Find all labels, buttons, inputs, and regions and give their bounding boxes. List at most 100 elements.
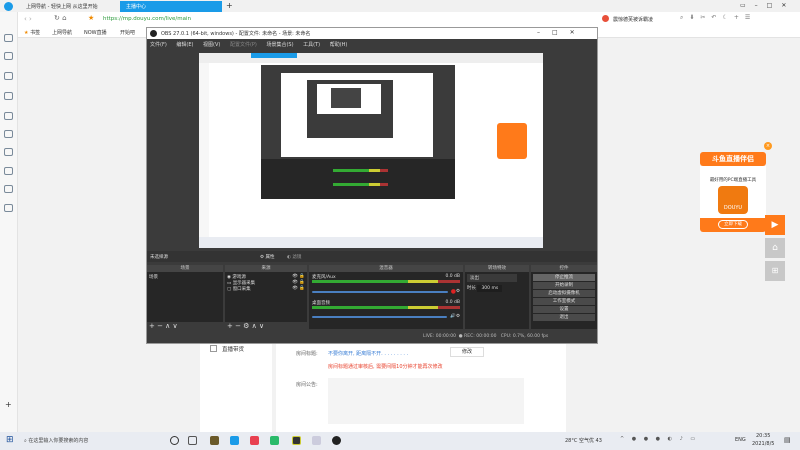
notifications-icon[interactable]: ▤	[784, 436, 791, 444]
nav-item-live-commerce[interactable]: 直播带货	[222, 345, 244, 353]
title-value[interactable]: 不要你离开, 距离隔不开. . . . . . . . .	[328, 350, 408, 357]
gamepad-icon[interactable]: ⊞	[765, 261, 785, 281]
scene-toolbar[interactable]: + − ∧ ∨	[147, 322, 223, 330]
cortana-icon[interactable]	[170, 436, 179, 445]
obs-preview[interactable]	[199, 53, 543, 248]
scenes-dock-header: 场景	[147, 265, 223, 272]
desktop-meter	[312, 306, 460, 309]
sidebar-icon[interactable]	[4, 130, 13, 138]
edit-button[interactable]: 修改	[450, 347, 484, 357]
clock-date[interactable]: 2021/8/5	[752, 441, 774, 447]
download-ad[interactable]: 斗鱼直播伴侣 最好用的PC端直播工具 DOUYU 立即下载 ×	[700, 142, 772, 232]
obs-window: OBS 27.0.1 (64-bit, windows) - 配置文件: 未命名…	[146, 27, 598, 344]
mixer-dock-header: 混音器	[309, 265, 463, 272]
menu-file[interactable]: 文件(F)	[150, 42, 167, 48]
taskbar-search[interactable]: ⌕ 在这里输入你要搜索的内容	[24, 437, 88, 444]
hot-icon	[602, 15, 609, 22]
menu-help[interactable]: 帮助(H)	[330, 42, 348, 48]
menu-view[interactable]: 视图(V)	[203, 42, 220, 48]
properties-button[interactable]: ⚙ 属性	[260, 254, 274, 260]
filters-button[interactable]: ◐ 滤镜	[287, 254, 301, 260]
studio-mode-button[interactable]: 工作室模式	[533, 298, 595, 305]
browser-app-icon[interactable]	[230, 436, 239, 445]
add-icon[interactable]: +	[5, 400, 12, 409]
browser-logo-icon	[4, 2, 13, 11]
sources-dock-header: 来源	[225, 265, 307, 272]
desktop-volume-slider[interactable]	[312, 315, 448, 318]
duration-input[interactable]: 300 ms	[477, 285, 503, 292]
home-icon[interactable]: ⌂	[765, 238, 785, 258]
reload-icon[interactable]: ↻ ⌂	[54, 14, 67, 22]
ad-subtitle: 最好用的PC端直播工具	[709, 178, 757, 183]
source-toolbar[interactable]: + − ⚙ ∧ ∨	[225, 322, 307, 330]
scene-item[interactable]: 场景	[149, 274, 221, 280]
notice-input[interactable]	[328, 378, 524, 424]
cart-icon[interactable]	[4, 185, 13, 193]
exit-button[interactable]: 退出	[533, 314, 595, 321]
hot-search[interactable]: 震惊德芙被诉霸凌	[613, 16, 653, 23]
browser-sidebar: +	[0, 12, 18, 432]
url-field[interactable]: https://mp.douyu.com/live/main	[103, 16, 191, 22]
obs-status-bar: LIVE: 00:00:00 ● REC: 00:00:00 CPU: 0.7%…	[423, 334, 549, 339]
bookmark-item[interactable]: 开始吧	[120, 29, 135, 36]
back-icon[interactable]: ‹ ›	[24, 15, 32, 23]
input-language[interactable]: ENG	[735, 437, 746, 443]
title-note: 房间标题通过审核后, 需要间隔10分钟才能再次修改	[328, 364, 443, 370]
gear-icon[interactable]: ⚙	[456, 289, 460, 294]
ad-title: 斗鱼直播伴侣	[700, 152, 766, 166]
app-icon[interactable]	[312, 436, 321, 445]
sidebar-icon[interactable]	[4, 34, 13, 42]
menu-profile[interactable]: 配置文件(P)	[230, 42, 257, 48]
obs-app-icon[interactable]	[332, 436, 341, 445]
menu-scene-collection[interactable]: 场景集合(S)	[266, 42, 293, 48]
app-icon[interactable]	[250, 436, 259, 445]
gear-icon[interactable]: ⚙	[456, 314, 460, 319]
douyu-logo: DOUYU	[718, 186, 748, 214]
obs-menu-bar: 文件(F) 编辑(E) 视图(V) 配置文件(P) 场景集合(S) 工具(T) …	[147, 39, 597, 49]
bookmark-item[interactable]: NOW直播	[84, 29, 107, 36]
transitions-dock-header: 转场特效	[465, 265, 529, 272]
obs-logo-icon	[150, 30, 157, 37]
sidebar-icon[interactable]	[4, 112, 13, 120]
tray-icons[interactable]: ^ ● ● ● ◐ ♪ ▭	[620, 436, 698, 442]
new-tab-button[interactable]: +	[226, 1, 233, 10]
mic-volume-slider[interactable]	[312, 290, 448, 293]
menu-tools[interactable]: 工具(T)	[303, 42, 320, 48]
bag-icon	[210, 345, 217, 352]
settings-button[interactable]: 设置	[533, 306, 595, 313]
weather[interactable]: 28°C 空气优 43	[565, 437, 602, 444]
menu-edit[interactable]: 编辑(E)	[176, 42, 193, 48]
sidebar-icon[interactable]	[4, 92, 13, 100]
sidebar-icon[interactable]	[4, 72, 13, 80]
sidebar-icon[interactable]	[4, 52, 13, 60]
star-icon[interactable]: ★	[88, 14, 94, 22]
window-controls[interactable]: ▭–□✕	[740, 2, 795, 9]
source-item[interactable]: ▢ 窗口采集 👁 🔒	[227, 286, 305, 292]
bookmark-item[interactable]: 上网导航	[52, 29, 72, 36]
browser-tab-bar: 上网导航 - 轻快上网 从这里开始 主播中心 + ▭–□✕	[0, 0, 800, 12]
clock-time[interactable]: 20:35	[756, 433, 770, 439]
task-view-icon[interactable]	[188, 436, 197, 445]
transition-select[interactable]: 淡出	[467, 274, 517, 282]
address-bar: ‹ › ↻ ⌂ ★ https://mp.douyu.com/live/main…	[18, 12, 800, 27]
toolbar-icons[interactable]: ⌕⬇✂↶☾+☰	[680, 14, 756, 22]
live-play-icon[interactable]: ▶	[765, 215, 785, 235]
virtual-camera-button[interactable]: 启动虚拟摄像机	[533, 290, 595, 297]
windows-start-icon[interactable]: ⊞	[6, 435, 14, 445]
tab-navigation[interactable]: 上网导航 - 轻快上网 从这里开始	[20, 1, 120, 12]
close-icon[interactable]: ×	[764, 142, 772, 150]
sidebar-icon[interactable]	[4, 148, 13, 156]
bookmark-item[interactable]: ★ 书签	[24, 29, 40, 36]
obs-window-controls[interactable]: –□✕	[537, 29, 587, 36]
app-icon[interactable]	[270, 436, 279, 445]
sidebar-icon[interactable]	[4, 204, 13, 212]
no-source-label: 未选择源	[150, 255, 168, 260]
tab-anchor-center[interactable]: 主播中心	[120, 1, 222, 12]
stop-streaming-button[interactable]: 停止推流	[533, 274, 595, 281]
store-icon[interactable]	[210, 436, 219, 445]
app-icon[interactable]	[292, 436, 301, 445]
start-recording-button[interactable]: 开始录制	[533, 282, 595, 289]
obs-title-bar: OBS 27.0.1 (64-bit, windows) - 配置文件: 未命名…	[147, 28, 597, 39]
ad-download-button[interactable]: 立即下载	[718, 220, 748, 229]
sidebar-icon[interactable]	[4, 167, 13, 175]
